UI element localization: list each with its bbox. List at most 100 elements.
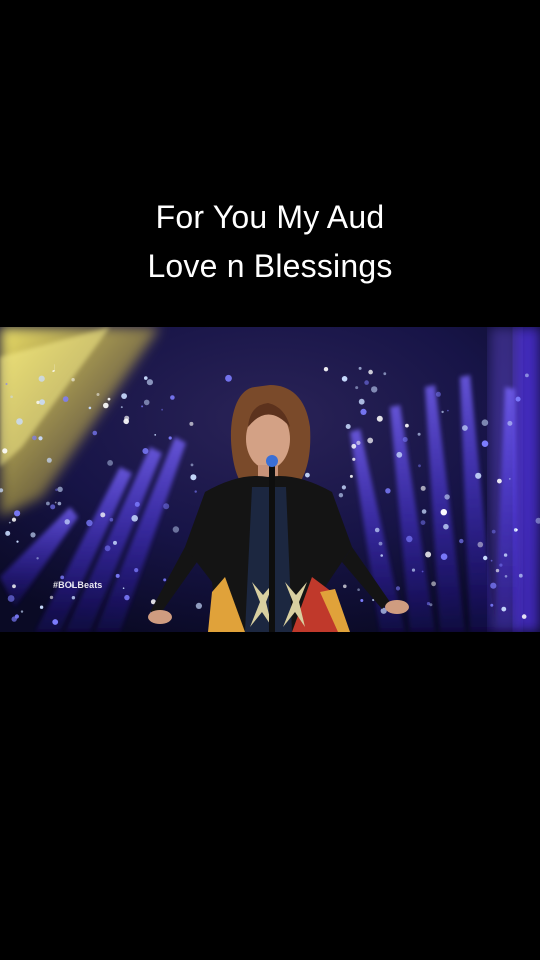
sparkle-dot [103,402,109,409]
sparkle-dot [374,527,380,533]
sparkle-dot [418,464,421,468]
channel-watermark: #BOLBeats [53,580,103,590]
sparkle-dot [357,588,360,591]
sparkle-dot [124,594,130,601]
sparkle-dot [134,568,139,573]
sparkle-dot [170,395,175,400]
sparkle-dot [172,526,180,533]
sparkle-dot [395,586,401,591]
sparkle-dot [71,378,75,382]
sparkle-dot [360,408,367,415]
sparkle-dot [49,595,54,600]
right-hand [385,600,409,614]
sparkle-dot [62,396,69,402]
sparkle-dot [121,393,127,399]
sparkle-dot [194,490,197,493]
sparkle-dot [305,472,310,478]
video-screen[interactable]: For You My Aud Love n Blessings 𝅘𝅥 #BOLB… [0,0,540,960]
sparkle-dot [168,436,172,440]
sparkle-dot [440,509,447,516]
sparkle-dot [54,501,57,504]
sparkle-dot [421,570,424,573]
sparkle-dot [385,488,391,494]
sparkle-dot [96,393,100,396]
sparkle-dot [189,421,194,426]
sparkle-dot [490,582,497,589]
sparkle-dot [60,575,65,580]
sparkle-dot [161,408,164,411]
sparkle-dot [371,386,378,393]
sparkle-dot [55,488,58,492]
sparkle-dot [481,440,489,447]
sparkle-dot [323,367,329,372]
sparkle-dot [508,478,511,480]
music-note-icon: 𝅘𝅥 [52,364,56,375]
sparkle-dot [420,485,426,491]
sparkle-dot [481,419,489,426]
sparkle-dot [12,584,16,589]
sparkle-dot [39,399,45,405]
sparkle-dot [425,551,432,558]
sparkle-dot [491,529,496,534]
sparkle-dot [459,538,464,544]
sparkle-dot [515,528,518,531]
sparkle-dot [338,493,344,498]
sparkle-dot [515,396,521,402]
sparkle-dot [195,602,202,609]
sparkle-dot [421,509,427,514]
sparkle-dot [380,554,384,557]
sparkle-dot [16,418,23,425]
sparkle-dot [5,530,11,536]
sparkle-dot [131,515,138,522]
sparkle-dot [405,423,409,428]
sparkle-dot [504,575,508,578]
sparkle-dot [146,379,153,386]
sparkle-dot [383,372,387,376]
sparkle-dot [36,557,39,560]
caption-line-2: Love n Blessings [147,248,393,284]
sparkle-dot [396,451,403,458]
sparkle-dot [100,512,106,518]
sparkle-dot [10,395,13,399]
sparkle-dot [86,519,93,527]
sparkle-dot [521,614,527,619]
sparkle-dot [356,440,361,445]
sparkle-dot [134,501,140,507]
microphone-icon [266,455,278,467]
sparkle-dot [57,486,63,492]
sparkle-dot [420,520,426,525]
sparkle-dot [402,437,408,442]
sparkle-dot [11,616,17,622]
sparkle-dot [431,581,436,587]
sparkle-dot [343,584,347,589]
sparkle-dot [345,424,351,429]
sparkle-dot [462,425,468,431]
sparkle-dot [20,610,24,613]
sparkle-dot [30,532,36,538]
sparkle-dot [477,541,484,548]
sparkle-dot [349,474,353,478]
sparkle-dot [501,606,507,612]
sparkle-dot [358,366,362,370]
sparkle-dot [14,510,21,517]
sparkle-dot [38,436,43,441]
sparkle-dot [16,540,19,543]
sparkle-dot [115,573,120,578]
sparkle-dot [341,485,346,490]
sparkle-dot [429,603,433,607]
sparkle-dot [444,494,450,500]
sparkle-dot [351,443,357,449]
sparkle-dot [440,553,448,560]
sparkle-dot [163,503,170,510]
sparkle-dot [11,517,17,522]
sparkle-dot [406,535,413,543]
sparkle-dot [364,380,369,385]
sparkle-dot [490,559,493,562]
sparkle-dot [104,545,111,552]
sparkle-dot [46,501,50,506]
sparkle-dot [8,521,11,524]
sparkle-dot [367,437,374,444]
sparkle-dot [154,434,157,436]
sparkle-dot [57,501,62,506]
sparkle-dot [341,376,348,382]
